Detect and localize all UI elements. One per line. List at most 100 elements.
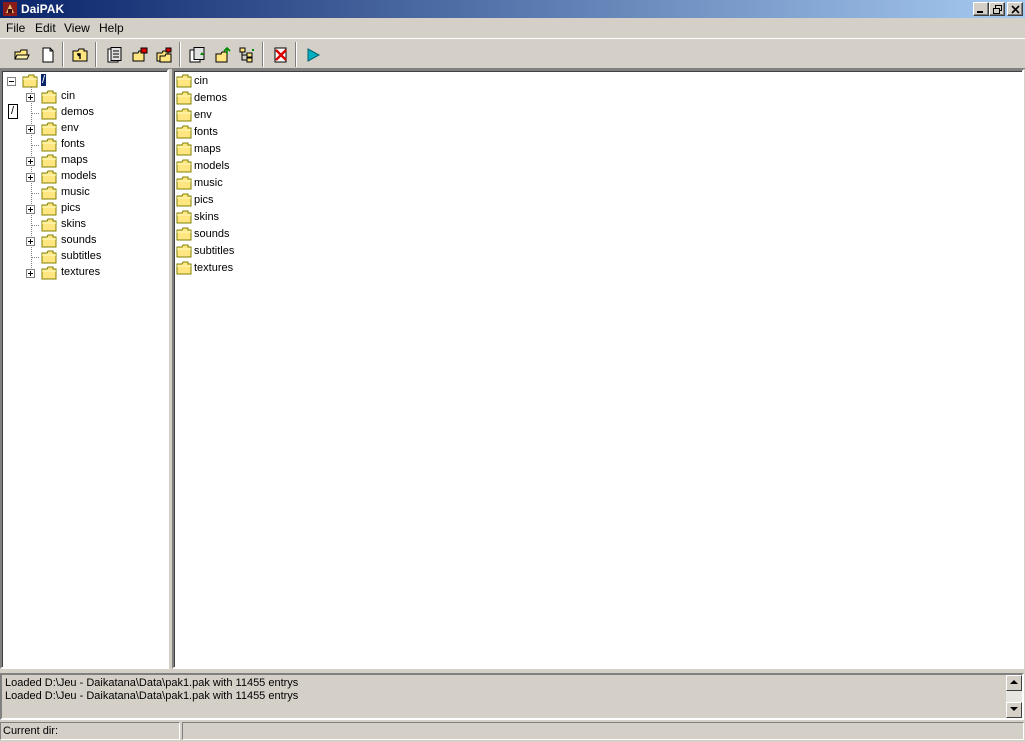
minimize-icon xyxy=(977,11,983,13)
list-item-label: demos xyxy=(194,92,228,104)
add-file-icon xyxy=(132,47,148,62)
list-item[interactable]: pics xyxy=(176,192,296,209)
menu-view[interactable]: View xyxy=(64,21,90,35)
add-folder-button[interactable] xyxy=(153,44,175,66)
folder-tree[interactable]: / / cin demos env fonts maps models music pics s… xyxy=(0,69,169,669)
tree-item[interactable]: fonts xyxy=(2,137,162,153)
list-item-label: models xyxy=(194,160,230,172)
folder-icon xyxy=(176,210,192,224)
file-list[interactable]: cin demos env fonts maps models music pics skins… xyxy=(172,69,1024,669)
tree-guide-line xyxy=(31,257,39,258)
list-item-label: sounds xyxy=(194,228,230,240)
tree-item-label: sounds xyxy=(61,234,97,246)
copy-button[interactable] xyxy=(186,44,208,66)
list-item[interactable]: textures xyxy=(176,260,296,277)
current-dir-label: Current dir: xyxy=(3,725,59,737)
folder-icon xyxy=(41,234,57,248)
tree-guide-line xyxy=(31,113,39,114)
open-button[interactable] xyxy=(11,44,33,66)
tree-item[interactable]: skins xyxy=(2,217,162,233)
tree-item-label: env xyxy=(61,122,79,134)
menu-help[interactable]: Help xyxy=(99,21,124,35)
expand-icon[interactable] xyxy=(26,173,35,182)
folder-icon xyxy=(176,91,192,105)
scroll-down-button[interactable] xyxy=(1006,702,1022,718)
export-button[interactable] xyxy=(212,44,234,66)
list-item-label: pics xyxy=(194,194,214,206)
menu-file[interactable]: File xyxy=(6,21,25,35)
tree-item-label: textures xyxy=(61,266,101,278)
list-item[interactable]: skins xyxy=(176,209,296,226)
delete-button[interactable] xyxy=(270,44,292,66)
tree-root-label: / xyxy=(41,74,47,86)
folder-icon xyxy=(176,227,192,241)
expand-icon[interactable] xyxy=(26,205,35,214)
folder-icon xyxy=(41,250,57,264)
list-item[interactable]: env xyxy=(176,107,296,124)
tree-item[interactable]: cin xyxy=(2,89,162,105)
tree-icon xyxy=(239,47,254,63)
list-item[interactable]: music xyxy=(176,175,296,192)
export-icon xyxy=(215,47,231,63)
new-button[interactable] xyxy=(37,44,59,66)
app-icon xyxy=(3,2,17,16)
folder-icon xyxy=(176,159,192,173)
folder-icon xyxy=(176,193,192,207)
list-item-label: textures xyxy=(194,262,234,274)
window-title: DaiPAK xyxy=(21,2,65,16)
log-panel[interactable]: Loaded D:\Jeu - Daikatana\Data\pak1.pak … xyxy=(0,673,1024,720)
tree-button[interactable] xyxy=(236,44,258,66)
list-item-label: cin xyxy=(194,75,209,87)
folder-icon xyxy=(41,186,57,200)
tree-item[interactable]: music xyxy=(2,185,162,201)
list-item[interactable]: fonts xyxy=(176,124,296,141)
tree-item-label: pics xyxy=(61,202,81,214)
scroll-up-button[interactable] xyxy=(1006,675,1022,691)
tree-item-label: subtitles xyxy=(61,250,102,262)
list-item[interactable]: sounds xyxy=(176,226,296,243)
expand-icon[interactable] xyxy=(26,125,35,134)
folder-icon xyxy=(41,218,57,232)
add-file-button[interactable] xyxy=(129,44,151,66)
extract-button[interactable] xyxy=(103,44,125,66)
tree-item[interactable]: models xyxy=(2,169,162,185)
tree-item-label: music xyxy=(61,186,90,198)
expand-icon[interactable] xyxy=(26,269,35,278)
tree-root[interactable]: / xyxy=(2,73,162,89)
minimize-button[interactable] xyxy=(973,2,989,16)
copy-icon xyxy=(189,47,205,63)
folder-icon xyxy=(22,74,38,88)
tree-item[interactable]: maps xyxy=(2,153,162,169)
title-bar[interactable]: DaiPAK xyxy=(0,0,1025,18)
close-icon xyxy=(1011,5,1020,14)
add-folder-icon xyxy=(156,47,172,63)
run-button[interactable] xyxy=(302,44,324,66)
expand-icon[interactable] xyxy=(26,157,35,166)
menu-edit[interactable]: Edit xyxy=(35,21,56,35)
restore-button[interactable] xyxy=(989,2,1005,16)
list-item[interactable]: models xyxy=(176,158,296,175)
tree-item[interactable]: pics xyxy=(2,201,162,217)
expand-icon[interactable] xyxy=(26,237,35,246)
list-item[interactable]: subtitles xyxy=(176,243,296,260)
tree-item[interactable]: subtitles xyxy=(2,249,162,265)
arrow-up-icon xyxy=(1010,680,1018,684)
tree-item[interactable]: demos xyxy=(2,105,162,121)
list-item-label: subtitles xyxy=(194,245,235,257)
list-item[interactable]: cin xyxy=(176,73,296,90)
folder-icon xyxy=(41,138,57,152)
tree-item[interactable]: env xyxy=(2,121,162,137)
folder-icon xyxy=(176,74,192,88)
list-item[interactable]: maps xyxy=(176,141,296,158)
up-folder-button[interactable] xyxy=(69,44,91,66)
tree-item[interactable]: sounds xyxy=(2,233,162,249)
close-button[interactable] xyxy=(1007,2,1023,16)
delete-icon xyxy=(274,47,287,63)
log-scrollbar[interactable] xyxy=(1006,675,1022,718)
log-line: Loaded D:\Jeu - Daikatana\Data\pak1.pak … xyxy=(5,690,299,702)
list-item[interactable]: demos xyxy=(176,90,296,107)
list-item-label: env xyxy=(194,109,212,121)
collapse-icon[interactable] xyxy=(7,77,16,86)
expand-icon[interactable] xyxy=(26,93,35,102)
tree-item[interactable]: textures xyxy=(2,265,162,281)
